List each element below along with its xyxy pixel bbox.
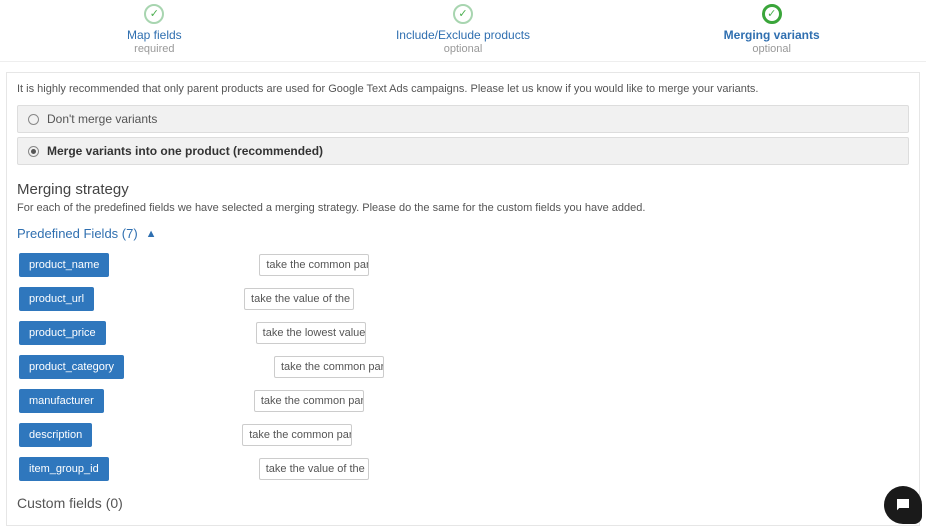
field-row: item_group_id take the value of the firs… — [17, 457, 909, 481]
step-merging-variants[interactable]: ✓ Merging variants optional — [617, 0, 926, 61]
field-name-tag: product_name — [19, 253, 109, 277]
field-strategy-value: take the common part — [281, 361, 384, 373]
strategy-sub: For each of the predefined fields we hav… — [17, 202, 909, 214]
step-subtitle: required — [0, 43, 309, 55]
step-map-fields[interactable]: ✓ Map fields required — [0, 0, 309, 61]
field-name-tag: manufacturer — [19, 389, 104, 413]
field-strategy-select[interactable]: take the lowest value ▾ — [256, 322, 366, 344]
field-strategy-select[interactable]: take the value of the first variant ▾ — [244, 288, 354, 310]
predefined-header-label: Predefined Fields (7) — [17, 226, 138, 241]
field-strategy-value: take the value of the first variant — [266, 463, 369, 475]
field-strategy-select[interactable]: take the common part ▾ — [259, 254, 369, 276]
field-name-tag: product_url — [19, 287, 94, 311]
field-name-tag: product_price — [19, 321, 106, 345]
field-name-tag: item_group_id — [19, 457, 109, 481]
field-row: product_url take the value of the first … — [17, 287, 909, 311]
field-row: manufacturer take the common part ▾ — [17, 389, 909, 413]
step-subtitle: optional — [309, 43, 618, 55]
radio-icon — [28, 146, 39, 157]
step-title: Merging variants — [617, 28, 926, 42]
field-row: product_category take the common part ▾ — [17, 355, 909, 379]
check-icon: ✓ — [144, 4, 164, 24]
field-row: product_price take the lowest value ▾ — [17, 321, 909, 345]
chat-launcher-icon[interactable] — [884, 486, 922, 524]
chevron-up-icon: ▲ — [146, 228, 157, 240]
field-name-tag: description — [19, 423, 92, 447]
custom-fields-header[interactable]: Custom fields (0) — [17, 495, 909, 511]
field-strategy-select[interactable]: take the common part ▾ — [242, 424, 352, 446]
option-label: Don't merge variants — [47, 112, 157, 126]
predefined-fields-list: product_name take the common part ▾ prod… — [17, 253, 909, 481]
intro-text: It is highly recommended that only paren… — [17, 83, 909, 95]
option-merge[interactable]: Merge variants into one product (recomme… — [17, 137, 909, 165]
field-strategy-value: take the lowest value — [263, 327, 366, 339]
field-row: product_name take the common part ▾ — [17, 253, 909, 277]
field-row: description take the common part ▾ — [17, 423, 909, 447]
field-strategy-value: take the common part — [266, 259, 369, 271]
field-strategy-value: take the common part — [261, 395, 364, 407]
strategy-title: Merging strategy — [17, 181, 909, 198]
field-strategy-select[interactable]: take the common part ▾ — [274, 356, 384, 378]
field-strategy-value: take the common part — [249, 429, 352, 441]
field-strategy-select[interactable]: take the value of the first variant ▾ — [259, 458, 369, 480]
stepper: ✓ Map fields required ✓ Include/Exclude … — [0, 0, 926, 62]
step-title: Include/Exclude products — [309, 28, 618, 42]
step-title: Map fields — [0, 28, 309, 42]
field-strategy-value: take the value of the first variant — [251, 293, 354, 305]
field-name-tag: product_category — [19, 355, 124, 379]
check-icon: ✓ — [453, 4, 473, 24]
field-strategy-select[interactable]: take the common part ▾ — [254, 390, 364, 412]
radio-icon — [28, 114, 39, 125]
step-subtitle: optional — [617, 43, 926, 55]
option-dont-merge[interactable]: Don't merge variants — [17, 105, 909, 133]
main-panel: It is highly recommended that only paren… — [6, 72, 920, 526]
step-include-exclude[interactable]: ✓ Include/Exclude products optional — [309, 0, 618, 61]
predefined-fields-toggle[interactable]: Predefined Fields (7) ▲ — [17, 226, 909, 241]
check-icon: ✓ — [762, 4, 782, 24]
option-label: Merge variants into one product (recomme… — [47, 144, 323, 158]
